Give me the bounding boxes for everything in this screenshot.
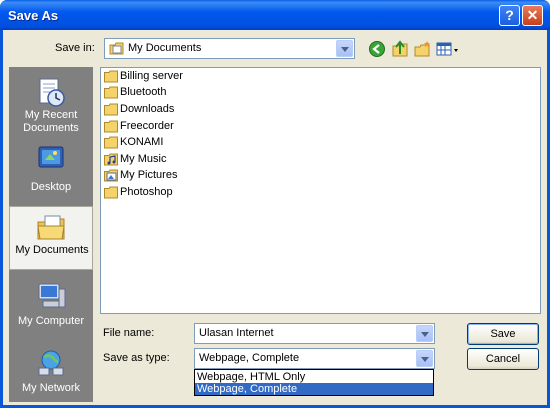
desktop-icon [38,146,64,168]
my-network-icon [38,350,64,376]
save-type-value: Webpage, Complete [199,352,300,364]
save-in-label: Save in: [55,42,95,54]
help-icon: ? [505,7,514,23]
file-list[interactable]: Billing server Bluetooth Downloads Freec… [100,67,541,314]
recent-documents-icon [39,78,65,107]
close-icon: ✕ [526,7,539,23]
place-label: Desktop [30,181,72,193]
close-button[interactable]: ✕ [522,5,543,26]
save-type-option[interactable]: Webpage, HTML Only [195,371,433,383]
save-type-option-selected[interactable]: Webpage, Complete [195,383,433,395]
folder-icon [104,186,118,199]
save-in-combo[interactable]: My Documents [104,38,355,59]
file-name-input[interactable]: Ulasan Internet [194,323,435,344]
up-folder-icon[interactable] [391,40,409,58]
place-label: My Recent Documents [23,109,79,134]
folder-icon [104,70,118,83]
music-folder-icon [104,153,118,166]
file-name-label: File name: [103,327,155,339]
folder-icon [104,136,118,149]
views-menu-icon[interactable] [436,40,460,58]
title-bar[interactable]: Save As ? ✕ [0,0,550,30]
file-name: Photoshop [120,186,173,198]
place-label: My Documents [15,244,89,256]
help-button[interactable]: ? [499,5,520,26]
my-documents-small-icon [109,42,124,55]
new-folder-icon[interactable] [414,40,432,58]
back-icon[interactable] [368,40,386,58]
place-my-network[interactable]: My Network [9,342,93,406]
place-desktop[interactable]: Desktop [9,137,93,201]
my-computer-icon [38,283,66,308]
file-name: Freecorder [120,120,174,132]
save-button[interactable]: Save [467,323,539,345]
place-my-computer[interactable]: My Computer [9,275,93,339]
my-documents-icon [37,215,65,240]
folder-icon [104,120,118,133]
place-label: My Computer [17,315,85,327]
file-name: My Music [120,153,167,165]
places-bar: My Recent Documents Desktop My Documents [9,67,93,402]
place-label: My Network [21,382,81,394]
save-type-select[interactable]: Webpage, Complete [194,348,435,369]
place-my-recent-documents[interactable]: My Recent Documents [9,71,93,135]
file-name: My Pictures [120,169,178,181]
file-name: KONAMI [120,136,164,148]
save-as-dialog: Save As ? ✕ Save in: My Documents My Rec… [0,0,550,408]
folder-icon [104,103,118,116]
file-name: Downloads [120,103,175,115]
save-in-dropdown-button[interactable] [336,40,353,57]
file-name-value: Ulasan Internet [199,327,274,339]
file-name-dropdown-button[interactable] [416,325,433,342]
folder-icon [104,86,118,99]
file-name: Billing server [120,70,183,82]
pictures-folder-icon [104,169,118,182]
cancel-button[interactable]: Cancel [467,348,539,370]
place-my-documents[interactable]: My Documents [9,206,93,270]
save-type-dropdown-button[interactable] [416,350,433,367]
save-type-dropdown-list: Webpage, HTML Only Webpage, Complete [194,369,434,396]
window-title: Save As [8,8,59,23]
save-type-label: Save as type: [103,352,170,364]
file-name: Bluetooth [120,86,167,98]
save-in-value: My Documents [128,42,202,54]
